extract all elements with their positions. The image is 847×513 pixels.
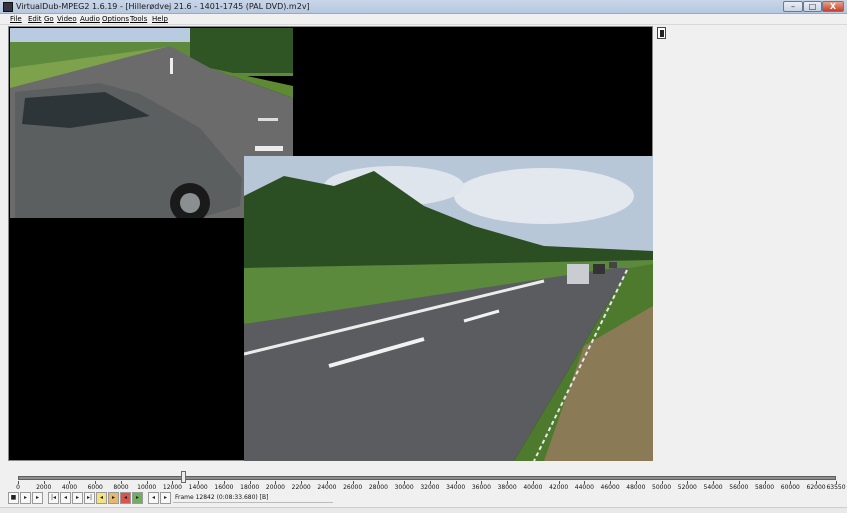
- title-bar: VirtualDub-MPEG2 1.6.19 - [Hillerødvej 2…: [0, 0, 847, 14]
- timeline-tick-label: 30000: [394, 484, 414, 491]
- timeline-tick-label: 16000: [214, 484, 234, 491]
- prev-frame-icon[interactable]: ◂: [60, 492, 71, 504]
- prev-scene-icon[interactable]: ◂: [120, 492, 131, 504]
- timeline-tick-label: 60000: [780, 484, 800, 491]
- timeline-tick-label: 12000: [162, 484, 182, 491]
- timeline-tick-label: 63550: [826, 484, 846, 491]
- go-end-icon[interactable]: ▸|: [84, 492, 95, 504]
- app-icon[interactable]: [3, 2, 13, 12]
- timeline-tick-label: 36000: [471, 484, 491, 491]
- menu-audio[interactable]: Audio: [80, 14, 100, 25]
- stop-icon[interactable]: ■: [8, 492, 19, 504]
- timeline-tick-label: 40000: [523, 484, 543, 491]
- next-keyframe-icon[interactable]: ▸: [108, 492, 119, 504]
- zoom-preview-icon[interactable]: [657, 27, 666, 39]
- menu-video[interactable]: Video: [57, 14, 77, 25]
- timeline-tick-label: 18000: [240, 484, 260, 491]
- menu-tools[interactable]: Tools: [130, 14, 147, 25]
- timeline-tick-label: 62000: [806, 484, 826, 491]
- next-scene-icon[interactable]: ▸: [132, 492, 143, 504]
- menu-go[interactable]: Go: [44, 14, 54, 25]
- mark-in-icon[interactable]: ◂: [148, 492, 159, 504]
- timeline-tick-label: 52000: [677, 484, 697, 491]
- play-output-icon[interactable]: ▸: [32, 492, 43, 504]
- position-slider-track[interactable]: [18, 476, 836, 480]
- video-area: [8, 26, 653, 461]
- menu-edit[interactable]: Edit: [28, 14, 42, 25]
- status-bar: [0, 507, 847, 513]
- timeline-tick-label: 26000: [343, 484, 363, 491]
- maximize-button[interactable]: □: [803, 1, 822, 12]
- menu-bar: File Edit Go Video Audio Options Tools H…: [0, 14, 847, 25]
- timeline-tick-label: 2000: [36, 484, 52, 491]
- timeline-tick-label: 8000: [113, 484, 129, 491]
- go-start-icon[interactable]: |◂: [48, 492, 59, 504]
- timeline-tick-label: 14000: [188, 484, 208, 491]
- next-frame-icon[interactable]: ▸: [72, 492, 83, 504]
- window-title: VirtualDub-MPEG2 1.6.19 - [Hillerødvej 2…: [16, 2, 310, 11]
- timeline-tick-label: 44000: [574, 484, 594, 491]
- menu-file[interactable]: File: [10, 14, 22, 25]
- prev-keyframe-icon[interactable]: ◂: [96, 492, 107, 504]
- timeline-tick-label: 6000: [87, 484, 103, 491]
- output-video-pane[interactable]: [244, 156, 653, 461]
- timeline-tick-label: 24000: [317, 484, 337, 491]
- timeline-tick-label: 34000: [446, 484, 466, 491]
- timeline-tick-label: 42000: [549, 484, 569, 491]
- timeline-tick-label: 58000: [755, 484, 775, 491]
- timeline-tick-label: 48000: [626, 484, 646, 491]
- menu-help[interactable]: Help: [152, 14, 168, 25]
- timeline-tick-label: 32000: [420, 484, 440, 491]
- timeline-tick-label: 4000: [61, 484, 78, 491]
- timeline-tick-label: 28000: [368, 484, 388, 491]
- minimize-button[interactable]: –: [783, 1, 803, 12]
- output-frame-image: [244, 156, 653, 461]
- timeline-tick-label: 50000: [652, 484, 672, 491]
- timeline-tick-label: 0: [16, 484, 20, 491]
- timeline-tick-label: 38000: [497, 484, 517, 491]
- timeline-tick-label: 56000: [729, 484, 749, 491]
- timeline-tick-label: 54000: [703, 484, 723, 491]
- timeline-tick-label: 10000: [137, 484, 157, 491]
- menu-options[interactable]: Options: [102, 14, 129, 25]
- play-input-icon[interactable]: ▸: [20, 492, 31, 504]
- close-button[interactable]: X: [822, 1, 844, 12]
- timeline-tick-label: 20000: [265, 484, 285, 491]
- mark-out-icon[interactable]: ▸: [160, 492, 171, 504]
- timeline-tick-label: 22000: [291, 484, 311, 491]
- frame-label: Frame 12842 (0:08:33.680) [B]: [175, 494, 269, 501]
- timeline-tick-label: 46000: [600, 484, 620, 491]
